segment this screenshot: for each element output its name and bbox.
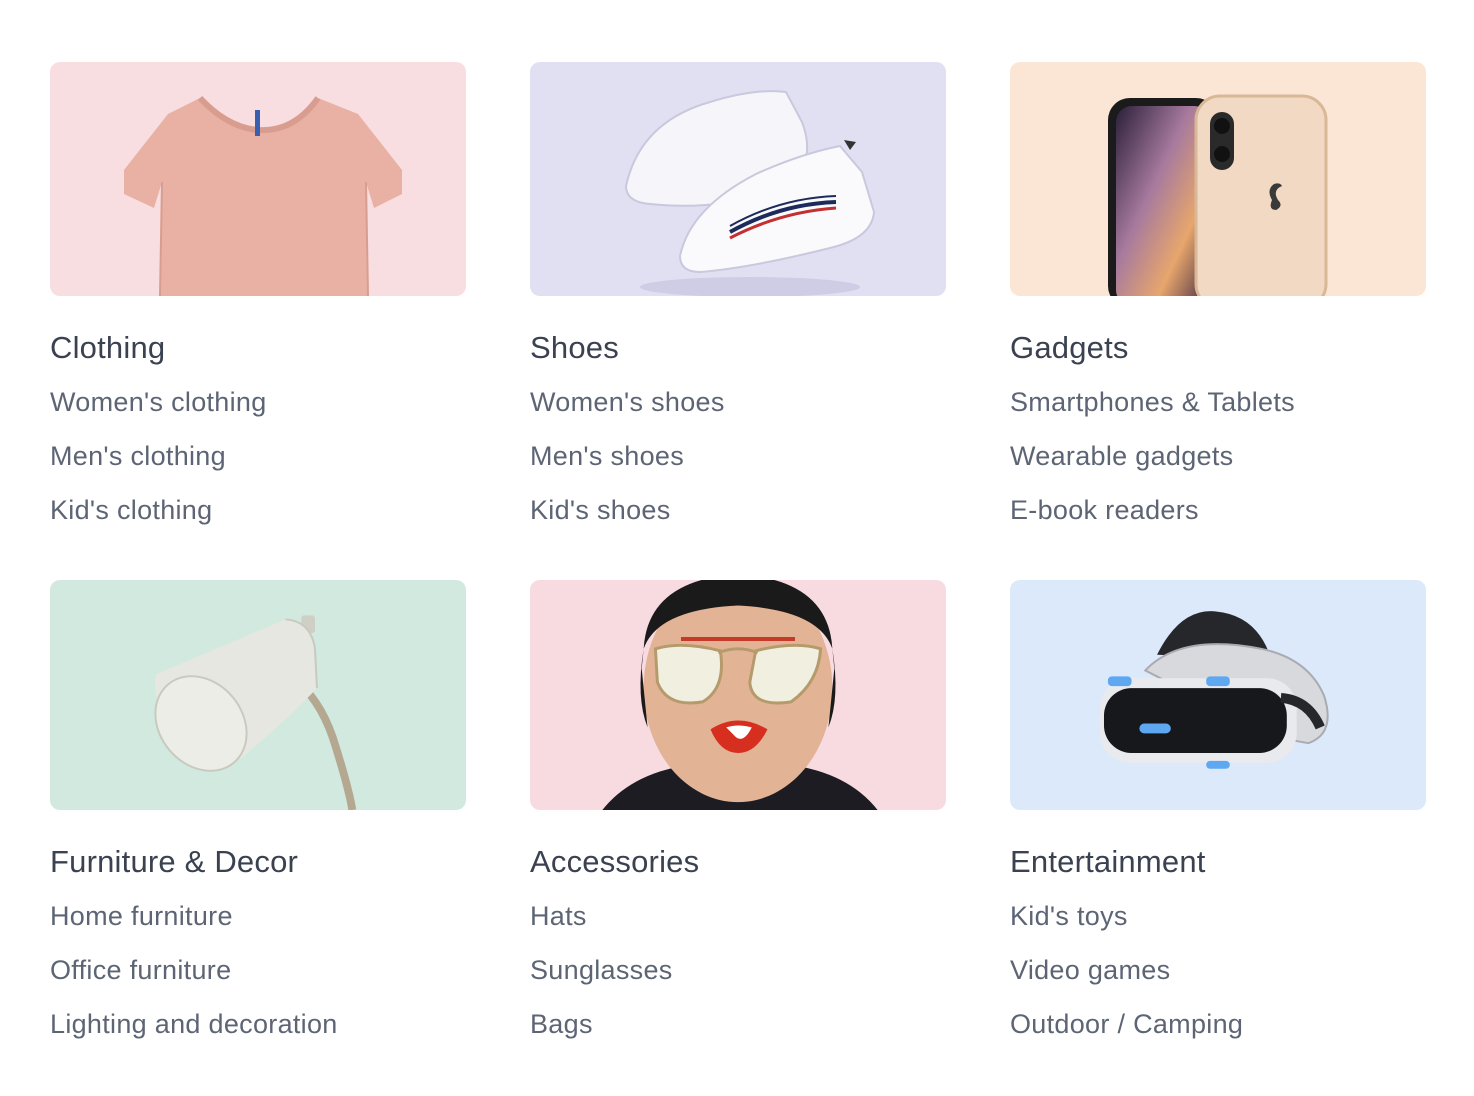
list-item: Wearable gadgets [1010,438,1426,492]
list-item: Kid's shoes [530,492,946,546]
link-wearable-gadgets[interactable]: Wearable gadgets [1010,441,1233,471]
list-item: Men's shoes [530,438,946,492]
clothing-title[interactable]: Clothing [50,330,466,366]
category-card-entertainment: Entertainment Kid's toys Video games Out… [1010,580,1426,1060]
gadgets-links: Smartphones & Tablets Wearable gadgets E… [1010,384,1426,546]
link-office-furniture[interactable]: Office furniture [50,955,231,985]
list-item: Women's shoes [530,384,946,438]
link-lighting-decoration[interactable]: Lighting and decoration [50,1009,338,1039]
furniture-image[interactable] [50,580,466,810]
link-bags[interactable]: Bags [530,1009,593,1039]
link-hats[interactable]: Hats [530,901,587,931]
list-item: Men's clothing [50,438,466,492]
link-video-games[interactable]: Video games [1010,955,1170,985]
link-kids-clothing[interactable]: Kid's clothing [50,495,212,525]
furniture-links: Home furniture Office furniture Lighting… [50,898,466,1060]
desk-lamp-photo [154,615,357,810]
list-item: Sunglasses [530,952,946,1006]
accessories-image[interactable] [530,580,946,810]
entertainment-title[interactable]: Entertainment [1010,844,1426,880]
vr-headset-photo [1100,611,1329,769]
link-sunglasses[interactable]: Sunglasses [530,955,673,985]
list-item: E-book readers [1010,492,1426,546]
list-item: Office furniture [50,952,466,1006]
smartphones-photo [1108,94,1328,296]
category-card-clothing: Clothing Women's clothing Men's clothing… [50,62,466,580]
link-mens-shoes[interactable]: Men's shoes [530,441,684,471]
shoes-image[interactable] [530,62,946,296]
link-outdoor-camping[interactable]: Outdoor / Camping [1010,1009,1243,1039]
list-item: Bags [530,1006,946,1060]
list-item: Women's clothing [50,384,466,438]
category-card-gadgets: Gadgets Smartphones & Tablets Wearable g… [1010,62,1426,580]
list-item: Hats [530,898,946,952]
link-smartphones-tablets[interactable]: Smartphones & Tablets [1010,387,1295,417]
shoes-title[interactable]: Shoes [530,330,946,366]
link-womens-shoes[interactable]: Women's shoes [530,387,725,417]
accessories-links: Hats Sunglasses Bags [530,898,946,1060]
list-item: Home furniture [50,898,466,952]
furniture-title[interactable]: Furniture & Decor [50,844,466,880]
sneakers-photo [624,90,876,296]
category-grid: Clothing Women's clothing Men's clothing… [50,62,1426,1060]
list-item: Video games [1010,952,1426,1006]
gadgets-title[interactable]: Gadgets [1010,330,1426,366]
clothing-links: Women's clothing Men's clothing Kid's cl… [50,384,466,546]
list-item: Kid's toys [1010,898,1426,952]
category-card-furniture: Furniture & Decor Home furniture Office … [50,580,466,1060]
t-shirt-photo [124,95,402,296]
list-item: Smartphones & Tablets [1010,384,1426,438]
link-ebook-readers[interactable]: E-book readers [1010,495,1199,525]
clothing-image[interactable] [50,62,466,296]
link-kids-shoes[interactable]: Kid's shoes [530,495,671,525]
link-home-furniture[interactable]: Home furniture [50,901,233,931]
entertainment-links: Kid's toys Video games Outdoor / Camping [1010,898,1426,1060]
category-card-shoes: Shoes Women's shoes Men's shoes Kid's sh… [530,62,946,580]
list-item: Outdoor / Camping [1010,1006,1426,1060]
accessories-title[interactable]: Accessories [530,844,946,880]
gadgets-image[interactable] [1010,62,1426,296]
category-card-accessories: Accessories Hats Sunglasses Bags [530,580,946,1060]
list-item: Kid's clothing [50,492,466,546]
entertainment-image[interactable] [1010,580,1426,810]
link-kids-toys[interactable]: Kid's toys [1010,901,1128,931]
link-womens-clothing[interactable]: Women's clothing [50,387,267,417]
sunglasses-model-photo [602,580,878,810]
shoes-links: Women's shoes Men's shoes Kid's shoes [530,384,946,546]
list-item: Lighting and decoration [50,1006,466,1060]
link-mens-clothing[interactable]: Men's clothing [50,441,226,471]
